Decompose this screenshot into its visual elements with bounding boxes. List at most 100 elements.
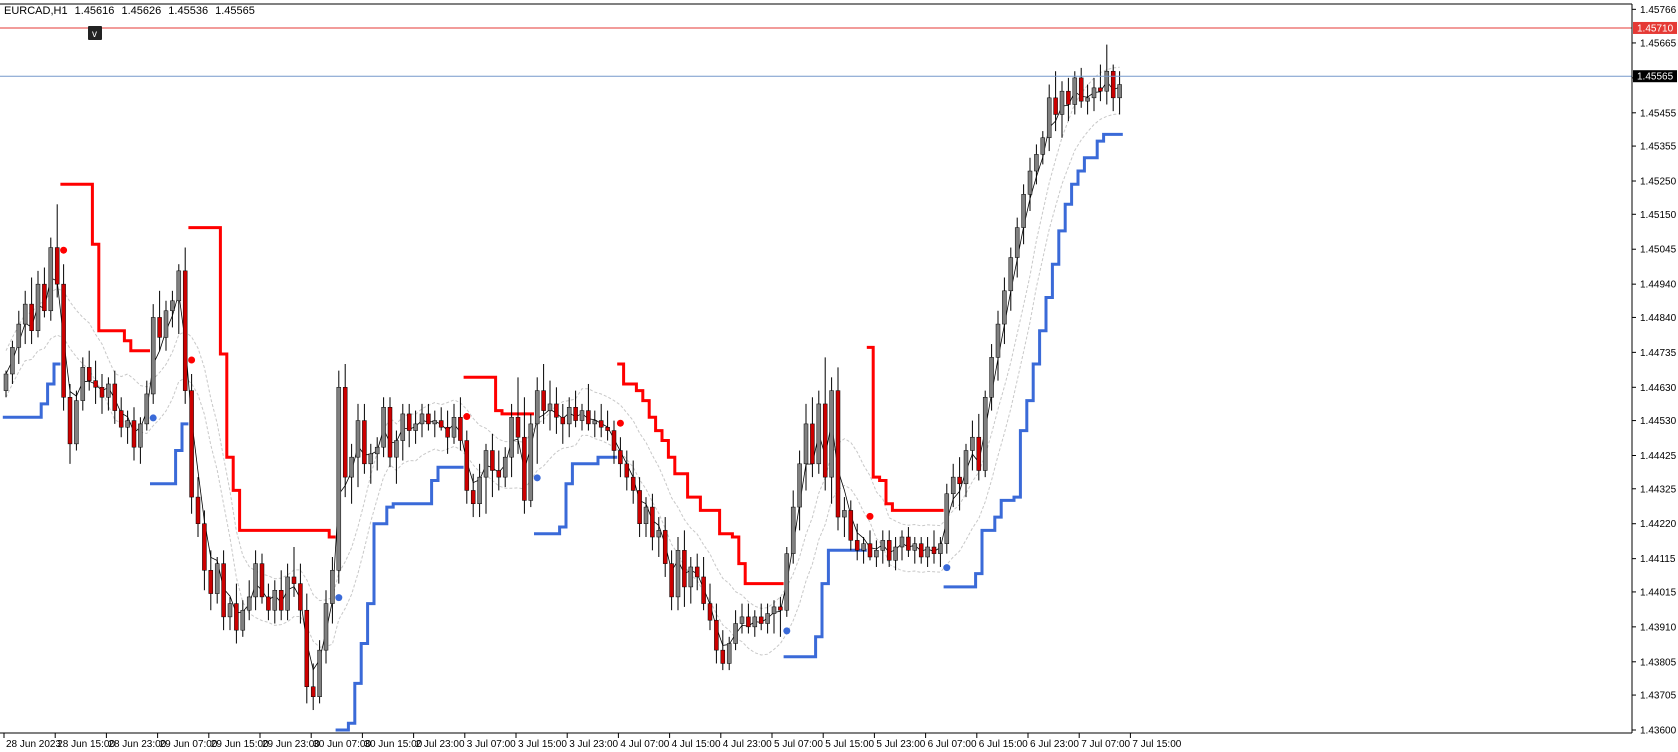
trail-stop-up-line: [335, 465, 464, 732]
y-tick-label: 1.43705: [1640, 691, 1677, 702]
trail-stop-up-line: [943, 132, 1123, 589]
y-tick-label: 1.45250: [1640, 177, 1677, 188]
bear-candle: [886, 540, 892, 561]
bull-candle: [566, 407, 572, 425]
bear-candle: [758, 616, 764, 624]
x-tick-label: 28 Jun 23:00: [108, 739, 166, 750]
bear-candle: [854, 540, 860, 551]
bear-candle: [554, 403, 559, 418]
bull-candle: [829, 390, 834, 478]
y-tick-label: 1.44840: [1640, 313, 1677, 324]
bull-candle: [368, 453, 374, 465]
bull-candle: [176, 270, 182, 302]
bull-candle: [419, 413, 425, 425]
bear-candle: [304, 609, 310, 687]
bear-candle: [202, 523, 207, 571]
x-tick-label: 6 Jul 07:00: [928, 739, 977, 750]
bear-candle: [541, 390, 546, 411]
y-tick-label: 1.45665: [1640, 38, 1677, 49]
bear-candle: [618, 450, 623, 465]
bull-candle: [483, 450, 489, 478]
bull-candle: [1072, 77, 1078, 105]
bull-candle: [816, 403, 822, 465]
bear-candle: [746, 616, 751, 628]
x-tick-label: 4 Jul 07:00: [620, 739, 669, 750]
candlestick-chart[interactable]: v 1.457661.456651.455601.454551.453551.4…: [0, 0, 1678, 752]
bear-candle: [195, 496, 201, 524]
bear-candle: [707, 603, 713, 621]
bull-candle: [240, 609, 246, 631]
bull-candle: [547, 403, 553, 411]
bull-candle: [1040, 137, 1046, 155]
bear-candle: [701, 576, 706, 604]
x-tick-label: 2 Jul 23:00: [416, 739, 465, 750]
y-tick-label: 1.44530: [1640, 416, 1677, 427]
bear-candle: [867, 543, 873, 558]
trail-stop-down-line: [188, 226, 336, 539]
x-tick-label: 3 Jul 07:00: [467, 739, 516, 750]
v-box-label: v: [92, 29, 97, 40]
sell-signal-icon: [866, 512, 874, 520]
bear-candle: [669, 563, 674, 598]
y-tick-label: 1.43805: [1640, 657, 1677, 668]
x-tick-label: 29 Jun 15:00: [211, 739, 269, 750]
trail-stop-down-line: [617, 362, 784, 586]
x-tick-label: 6 Jul 23:00: [1030, 739, 1079, 750]
bear-candle: [406, 413, 412, 431]
bear-candle: [278, 590, 284, 611]
y-tick-label: 1.43600: [1640, 726, 1677, 737]
y-tick-label: 1.44940: [1640, 280, 1677, 291]
bear-candle: [720, 649, 726, 664]
bear-candle: [438, 420, 444, 428]
bull-candle: [477, 476, 482, 505]
bull-candle: [10, 347, 15, 375]
bull-candle: [880, 540, 886, 551]
current-price-tag: 1.45565: [1637, 72, 1674, 83]
bear-candle: [67, 397, 73, 445]
bull-candle: [765, 613, 770, 624]
bear-candle: [458, 416, 463, 441]
bull-candle: [48, 247, 54, 312]
chart-window[interactable]: EURCAD,H1 1.45616 1.45626 1.45536 1.4556…: [0, 0, 1678, 752]
x-tick-label: 29 Jun 23:00: [262, 739, 320, 750]
bull-candle: [688, 566, 694, 588]
bear-candle: [86, 367, 92, 381]
bear-candle: [266, 596, 271, 611]
bull-candle: [912, 543, 918, 551]
bull-candle: [1059, 90, 1065, 115]
bull-candle: [330, 570, 335, 604]
bear-candle: [598, 420, 604, 428]
x-tick-label: 3 Jul 15:00: [518, 739, 567, 750]
bull-candle: [1104, 70, 1110, 92]
bear-candle: [259, 563, 265, 598]
bull-candle: [1046, 97, 1052, 139]
bull-candle: [3, 373, 9, 391]
y-tick-label: 1.44325: [1640, 484, 1677, 495]
bull-candle: [861, 543, 866, 551]
y-tick-label: 1.44015: [1640, 587, 1677, 598]
bull-candle: [739, 616, 745, 624]
bull-candle: [253, 563, 258, 598]
bear-candle: [426, 413, 431, 425]
bull-candle: [106, 383, 111, 398]
bull-candle: [784, 553, 790, 611]
bull-candle: [432, 420, 438, 425]
bear-candle: [464, 440, 470, 491]
buy-signal-icon: [533, 474, 541, 482]
bear-candle: [61, 283, 66, 398]
bear-candle: [490, 450, 495, 471]
x-tick-label: 7 Jul 15:00: [1132, 739, 1181, 750]
bull-candle: [35, 283, 41, 331]
bear-candle: [1098, 87, 1103, 92]
x-tick-label: 30 Jun 07:00: [313, 739, 371, 750]
bear-candle: [234, 603, 239, 631]
trail-stop-down-line: [60, 182, 150, 353]
bear-candle: [362, 420, 367, 465]
bear-candle: [714, 619, 719, 651]
bull-candle: [528, 423, 534, 501]
bear-candle: [310, 686, 316, 697]
plot-area[interactable]: v: [0, 26, 1632, 732]
bull-candle: [74, 400, 79, 445]
bull-candle: [355, 420, 361, 458]
bull-candle: [733, 623, 738, 644]
